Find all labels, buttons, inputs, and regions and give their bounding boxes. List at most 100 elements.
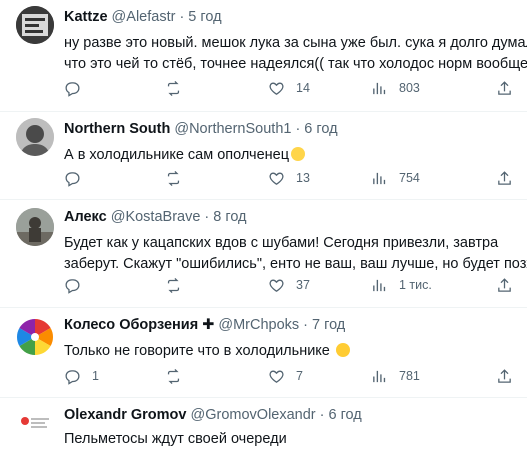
retweet-icon	[167, 368, 180, 384]
share-icon	[498, 277, 511, 292]
views-button[interactable]: 781	[371, 365, 420, 387]
tweet[interactable]: Kattze @Alefastr · 5 год ну разве это новы…	[0, 0, 527, 112]
retweet-icon	[167, 80, 180, 96]
views-count: 1 тис.	[399, 278, 432, 292]
action-bar: 14 803	[60, 77, 520, 99]
like-count: 14	[296, 81, 310, 95]
timestamp[interactable]: 8 год	[213, 209, 246, 225]
like-button[interactable]: 13	[268, 167, 310, 189]
views-button[interactable]: 1 тис.	[371, 274, 432, 296]
share-button[interactable]	[496, 274, 513, 296]
author-name[interactable]: Northern South	[64, 121, 170, 137]
heart-icon	[269, 279, 284, 292]
like-button[interactable]: 14	[268, 77, 310, 99]
views-icon	[373, 370, 386, 382]
author-handle[interactable]: @MrChpoks	[218, 317, 299, 333]
retweet-icon	[167, 170, 180, 186]
tweet-text-line: что это чей то стёб, точнее надеялся(( т…	[64, 56, 527, 72]
avatar[interactable]	[16, 406, 54, 444]
retweet-icon	[167, 277, 180, 293]
author-handle[interactable]: @KostaBrave	[111, 209, 201, 225]
views-button[interactable]: 803	[371, 77, 420, 99]
timestamp[interactable]: 7 год	[312, 317, 345, 333]
tweet[interactable]: Колесо Оборзения ✚ @MrChpoks · 7 год Только…	[0, 308, 527, 398]
action-bar: 1 7 781	[60, 365, 520, 387]
tweet[interactable]: Northern South @NorthernSouth1 · 6 год А в…	[0, 112, 527, 200]
share-button[interactable]	[496, 77, 513, 99]
reply-button[interactable]: 1	[64, 365, 99, 387]
reply-count: 1	[92, 369, 99, 383]
author-name[interactable]: Olexandr Gromov	[64, 407, 186, 423]
reply-icon	[65, 81, 80, 97]
author-name[interactable]: Колесо Оборзения	[64, 317, 198, 333]
tweet-text: А в холодильнике сам ополченец	[64, 145, 524, 166]
tweet[interactable]: Алекс @KostaBrave · 8 год Будет как у каца…	[0, 200, 527, 308]
views-count: 781	[399, 369, 420, 383]
retweet-button[interactable]	[165, 77, 193, 99]
author-handle[interactable]: @Alefastr	[112, 9, 176, 25]
cross-badge-icon: ✚	[202, 317, 215, 333]
separator-dot: ·	[303, 317, 308, 333]
tweet-text: Будет как у кацапских вдов с шубами! Сег…	[64, 233, 527, 275]
like-count: 37	[296, 278, 310, 292]
like-count: 7	[296, 369, 303, 383]
share-icon	[498, 170, 511, 185]
reply-button[interactable]	[64, 77, 92, 99]
avatar[interactable]	[16, 6, 54, 44]
views-button[interactable]: 754	[371, 167, 420, 189]
avatar[interactable]	[16, 118, 54, 156]
tweet-header: Алекс @KostaBrave · 8 год	[64, 209, 247, 225]
views-icon	[373, 279, 386, 291]
like-button[interactable]: 37	[268, 274, 310, 296]
action-bar: 13 754	[60, 167, 520, 189]
heart-icon	[269, 172, 284, 185]
views-count: 803	[399, 81, 420, 95]
tweet-text-line: заберут. Скажут "ошибились", енто не ваш…	[64, 256, 527, 272]
reply-button[interactable]	[64, 167, 92, 189]
author-name[interactable]: Kattze	[64, 9, 108, 25]
tweet-header: Kattze @Alefastr · 5 год	[64, 9, 222, 25]
reply-icon	[65, 278, 80, 294]
avatar[interactable]	[16, 318, 54, 356]
views-icon	[373, 172, 386, 184]
chick-emoji-icon	[291, 147, 306, 161]
separator-dot: ·	[295, 121, 301, 137]
heart-icon	[269, 82, 284, 95]
tweet-text: Пельметосы ждут своей очереди	[64, 429, 524, 450]
tweet-text: ну разве это новый. мешок лука за сына у…	[64, 33, 527, 75]
separator-dot: ·	[204, 209, 210, 225]
views-icon	[373, 82, 386, 94]
tweet-text-line: А в холодильнике сам ополченец	[64, 147, 290, 163]
retweet-button[interactable]	[165, 274, 193, 296]
tweet-feed: Kattze @Alefastr · 5 год ну разве это новы…	[0, 0, 527, 453]
retweet-button[interactable]	[165, 167, 193, 189]
separator-dot: ·	[319, 407, 325, 423]
tweet[interactable]: Olexandr Gromov @GromovOlexandr · 6 год Пе…	[0, 398, 527, 453]
separator-dot: ·	[179, 9, 185, 25]
author-handle[interactable]: @NorthernSouth1	[174, 121, 291, 137]
timestamp[interactable]: 6 год	[304, 121, 337, 137]
avatar[interactable]	[16, 208, 54, 246]
tweet-text-line: Только не говорите что в холодильнике	[64, 343, 330, 359]
author-name[interactable]: Алекс	[64, 209, 107, 225]
timestamp[interactable]: 5 год	[188, 9, 221, 25]
tweet-text-line: ну разве это новый. мешок лука за сына у…	[64, 35, 527, 51]
share-icon	[498, 368, 511, 383]
reply-icon	[65, 369, 80, 385]
reply-icon	[65, 171, 80, 187]
share-button[interactable]	[496, 167, 513, 189]
tweet-text-line: Будет как у кацапских вдов с шубами! Сег…	[64, 235, 499, 251]
tweet-text-line: Пельметосы ждут своей очереди	[64, 431, 287, 447]
tweet-header: Колесо Оборзения ✚ @MrChpoks · 7 год	[64, 317, 345, 333]
views-count: 754	[399, 171, 420, 185]
tweet-header: Olexandr Gromov @GromovOlexandr · 6 год	[64, 407, 362, 423]
heart-icon	[269, 370, 284, 383]
timestamp[interactable]: 6 год	[328, 407, 361, 423]
like-button[interactable]: 7	[268, 365, 303, 387]
tweet-header: Northern South @NorthernSouth1 · 6 год	[64, 121, 338, 137]
reply-button[interactable]	[64, 274, 92, 296]
action-bar: 37 1 тис.	[60, 274, 520, 296]
share-button[interactable]	[496, 365, 513, 387]
retweet-button[interactable]	[165, 365, 193, 387]
author-handle[interactable]: @GromovOlexandr	[191, 407, 316, 423]
